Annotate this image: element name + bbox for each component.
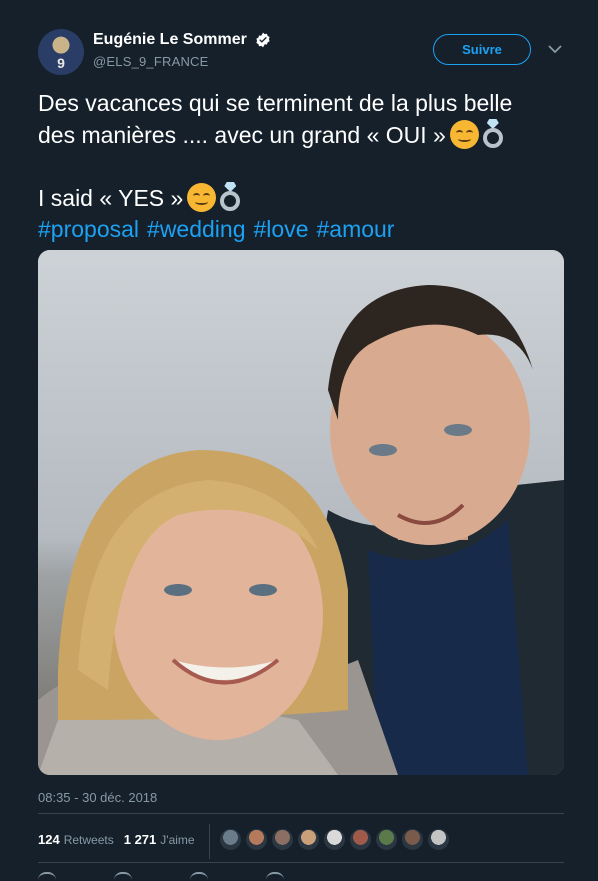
likes-label: J'aime: [160, 832, 195, 847]
retweet-icon[interactable]: [114, 872, 132, 881]
divider: [38, 862, 564, 863]
like-icon[interactable]: [190, 872, 208, 881]
divider: [38, 813, 564, 814]
liker-avatar[interactable]: [297, 828, 320, 851]
hashtag-list: #proposal #wedding #love #amour: [38, 214, 568, 245]
author-info[interactable]: Eugénie Le Sommer @ELS_9_FRANCE: [93, 31, 271, 69]
engagement-stats: 124 Retweets 1 271 J'aime: [38, 824, 205, 854]
smiling-face-icon: [187, 183, 217, 212]
liker-avatars: [219, 828, 453, 851]
hashtag-link[interactable]: #proposal: [38, 216, 139, 242]
liker-avatar[interactable]: [271, 828, 294, 851]
smiling-face-icon: [449, 120, 479, 149]
liker-avatar[interactable]: [375, 828, 398, 851]
likes-stat[interactable]: 1 271 J'aime: [124, 832, 195, 847]
liker-avatar[interactable]: [323, 828, 346, 851]
divider: [209, 824, 210, 859]
liker-avatar[interactable]: [401, 828, 424, 851]
tweet-line-2-text: des manières .... avec un grand « OUI »: [38, 122, 446, 148]
hashtag-link[interactable]: #wedding: [147, 216, 245, 242]
message-icon[interactable]: [266, 872, 284, 881]
verified-badge-icon: [256, 32, 270, 48]
tweet-text: Des vacances qui se terminent de la plus…: [38, 88, 568, 245]
tweet-line-3-text: I said « YES »: [38, 185, 184, 211]
liker-avatar[interactable]: [219, 828, 242, 851]
liker-avatar[interactable]: [427, 828, 450, 851]
handle[interactable]: @ELS_9_FRANCE: [93, 54, 271, 69]
tweet: 9 Eugénie Le Sommer @ELS_9_FRANCE Suivre…: [0, 0, 598, 881]
retweets-label: Retweets: [63, 832, 114, 847]
display-name[interactable]: Eugénie Le Sommer: [93, 31, 247, 49]
tweet-line-1: Des vacances qui se terminent de la plus…: [38, 90, 513, 116]
tweet-line-3: I said « YES »: [38, 182, 568, 214]
ring-icon: [218, 182, 242, 213]
chevron-down-icon[interactable]: [548, 44, 562, 54]
liker-avatar[interactable]: [245, 828, 268, 851]
ring-icon: [481, 119, 505, 150]
retweets-count: 124: [38, 831, 60, 847]
avatar-jersey-number: 9: [57, 55, 65, 71]
hashtag-link[interactable]: #love: [254, 216, 309, 242]
follow-button[interactable]: Suivre: [433, 34, 531, 65]
likes-count: 1 271: [123, 831, 157, 847]
timestamp[interactable]: 08:35 - 30 déc. 2018: [38, 790, 157, 805]
tweet-actions: [38, 872, 342, 881]
reply-icon[interactable]: [38, 872, 56, 881]
avatar[interactable]: 9: [38, 29, 84, 75]
selfie-photo-image: [38, 250, 564, 775]
tweet-line-2: des manières .... avec un grand « OUI »: [38, 119, 568, 151]
tweet-photo[interactable]: [38, 250, 564, 775]
liker-avatar[interactable]: [349, 828, 372, 851]
hashtag-link[interactable]: #amour: [316, 216, 394, 242]
retweets-stat[interactable]: 124 Retweets: [38, 832, 114, 847]
